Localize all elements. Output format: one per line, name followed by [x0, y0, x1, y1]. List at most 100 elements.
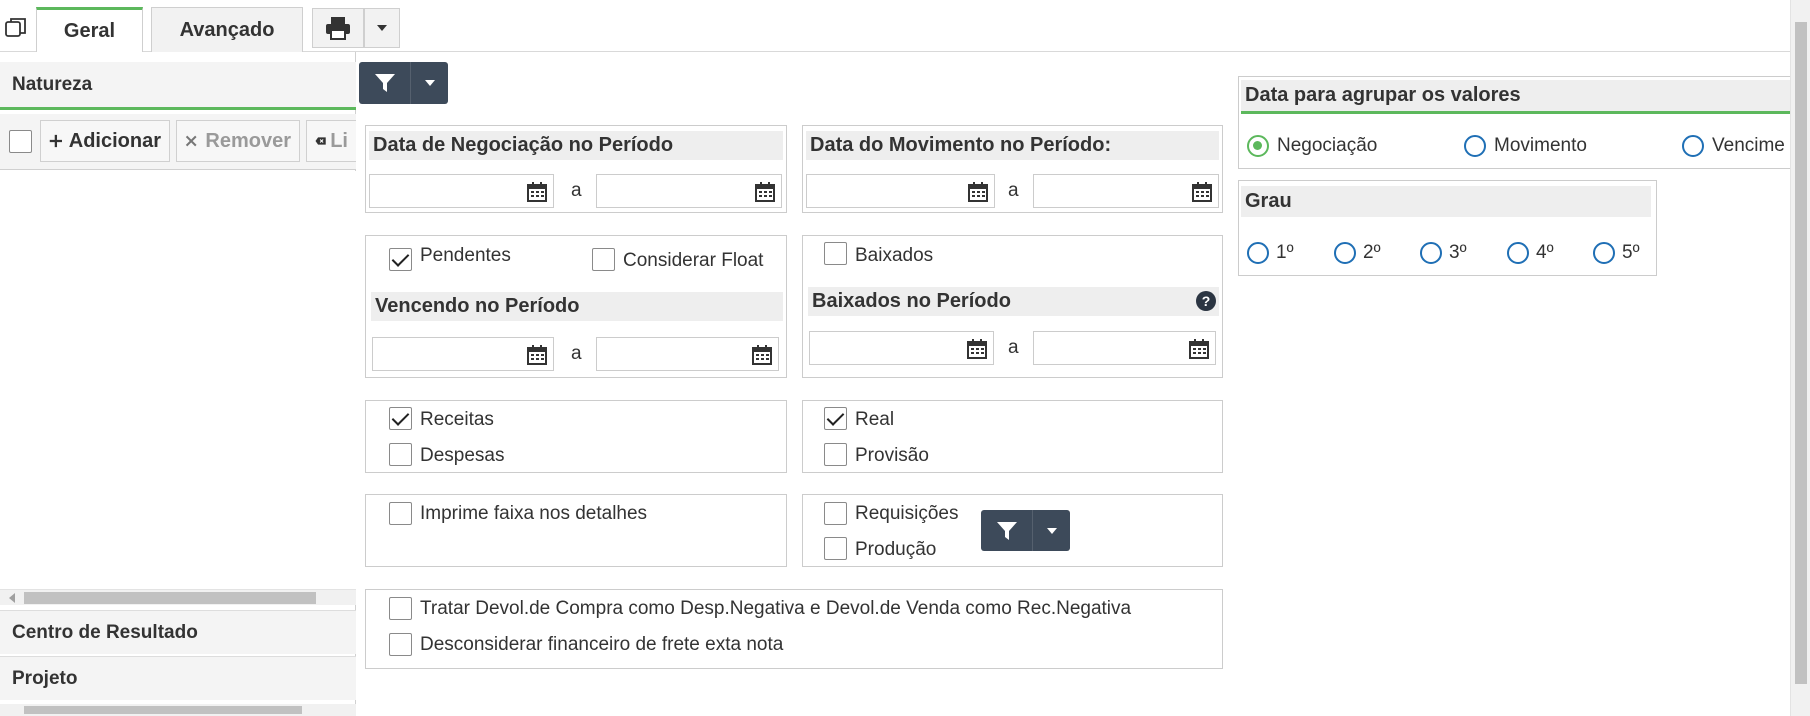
imprime-faixa-checkbox[interactable] — [389, 502, 412, 525]
left-panel-horizontal-scrollbar[interactable] — [0, 704, 356, 716]
negociacao-title: Data de Negociação no Período — [369, 131, 783, 160]
natureza-title: Natureza — [12, 73, 93, 95]
calendar-icon[interactable] — [527, 182, 547, 202]
considerar-float-checkbox[interactable] — [592, 248, 615, 271]
print-button[interactable] — [312, 8, 364, 48]
agrupar-movimento-radio[interactable] — [1464, 135, 1486, 157]
remove-label: Remover — [205, 129, 291, 152]
grau-3-radio[interactable] — [1420, 242, 1442, 264]
tipo-box: Receitas Despesas — [365, 400, 787, 473]
faixa-box: Imprime faixa nos detalhes — [365, 494, 787, 567]
calendar-icon[interactable] — [1192, 182, 1212, 202]
negociacao-start-input[interactable] — [369, 174, 554, 208]
movimento-start-input[interactable] — [806, 174, 995, 208]
svg-text:?: ? — [1202, 293, 1211, 309]
range-separator: a — [571, 343, 582, 364]
centro-resultado-header[interactable]: Centro de Resultado — [0, 610, 356, 654]
grau-1-radio[interactable] — [1247, 242, 1269, 264]
calendar-icon[interactable] — [527, 345, 547, 365]
producao-checkbox[interactable] — [824, 537, 847, 560]
filter-icon — [374, 74, 395, 92]
req-filter-button[interactable] — [981, 510, 1070, 551]
pendentes-box: Pendentes Considerar Float Vencendo no P… — [365, 235, 787, 378]
agrupar-title: Data para agrupar os valores — [1241, 80, 1791, 114]
grau-5-radio[interactable] — [1593, 242, 1615, 264]
select-all-checkbox[interactable] — [9, 130, 32, 153]
grau-title-text: Grau — [1245, 190, 1292, 212]
plus-icon — [49, 134, 62, 148]
movimento-title-text: Data do Movimento no Período: — [810, 134, 1112, 156]
calendar-icon[interactable] — [968, 182, 988, 202]
vencendo-start-input[interactable] — [372, 337, 554, 371]
req-filter-main[interactable] — [981, 510, 1033, 551]
baixados-box: Baixados Baixados no Período ? a — [802, 235, 1223, 378]
add-button[interactable]: Adicionar — [40, 120, 170, 162]
movimento-box: Data do Movimento no Período: a — [802, 125, 1223, 213]
baixados-start-input[interactable] — [809, 331, 994, 365]
grau-4-label: 4º — [1536, 242, 1554, 263]
projeto-title: Projeto — [12, 667, 78, 689]
calendar-icon[interactable] — [1189, 339, 1209, 359]
agrupar-vencimento-radio[interactable] — [1682, 135, 1704, 157]
calendar-icon[interactable] — [755, 182, 775, 202]
clear-button[interactable]: Li — [306, 120, 356, 162]
filter-button[interactable] — [359, 62, 448, 104]
agrupar-negociacao-label: Negociação — [1277, 135, 1378, 156]
close-icon — [185, 135, 197, 147]
tratar-devolucao-checkbox[interactable] — [389, 597, 412, 620]
tab-geral[interactable]: Geral — [36, 7, 143, 53]
projeto-header[interactable]: Projeto — [0, 656, 356, 700]
baixados-periodo-title-text: Baixados no Período — [812, 290, 1011, 312]
despesas-checkbox[interactable] — [389, 443, 412, 466]
despesas-label: Despesas — [420, 445, 505, 466]
range-separator: a — [1008, 337, 1019, 358]
natureza-header[interactable]: Natureza — [0, 62, 356, 110]
desconsiderar-frete-checkbox[interactable] — [389, 633, 412, 656]
scrollbar-thumb[interactable] — [24, 592, 316, 604]
tab-geral-label: Geral — [63, 20, 116, 42]
grau-2-radio[interactable] — [1334, 242, 1356, 264]
caret-down-icon — [1046, 527, 1057, 534]
grau-4-radio[interactable] — [1507, 242, 1529, 264]
print-options-button[interactable] — [364, 8, 400, 48]
calendar-icon[interactable] — [752, 345, 772, 365]
agrupar-negociacao-radio[interactable] — [1247, 135, 1269, 157]
movimento-title: Data do Movimento no Período: — [806, 131, 1219, 160]
desconsiderar-frete-label: Desconsiderar financeiro de frete exta n… — [420, 634, 784, 655]
range-separator: a — [1008, 180, 1019, 201]
considerar-float-label: Considerar Float — [623, 250, 764, 271]
remove-button[interactable]: Remover — [176, 120, 300, 162]
baixados-end-input[interactable] — [1033, 331, 1216, 365]
real-checkbox[interactable] — [824, 407, 847, 430]
vencendo-end-input[interactable] — [596, 337, 779, 371]
scroll-left-icon[interactable] — [8, 593, 16, 603]
calendar-icon[interactable] — [967, 339, 987, 359]
scrollbar-thumb[interactable] — [1795, 22, 1807, 684]
requisicoes-label: Requisições — [855, 503, 959, 524]
grau-title: Grau — [1241, 186, 1651, 217]
filter-caret[interactable] — [411, 62, 448, 104]
page-vertical-scrollbar[interactable] — [1790, 0, 1810, 716]
receitas-label: Receitas — [420, 409, 494, 430]
requisicoes-checkbox[interactable] — [824, 502, 847, 525]
baixados-label: Baixados — [855, 245, 934, 266]
agrupar-title-text: Data para agrupar os valores — [1245, 84, 1521, 106]
req-filter-caret[interactable] — [1033, 510, 1070, 551]
movimento-end-input[interactable] — [1033, 174, 1219, 208]
receitas-checkbox[interactable] — [389, 407, 412, 430]
grau-box: Grau 1º 2º 3º 4º 5º — [1238, 180, 1657, 276]
help-icon[interactable]: ? — [1196, 291, 1216, 311]
natureza-horizontal-scrollbar[interactable] — [0, 589, 356, 605]
pendentes-label: Pendentes — [420, 245, 511, 266]
imprime-faixa-label: Imprime faixa nos detalhes — [420, 503, 648, 524]
filter-main[interactable] — [359, 62, 411, 104]
range-separator: a — [571, 180, 582, 201]
pendentes-checkbox[interactable] — [389, 248, 412, 271]
provisao-checkbox[interactable] — [824, 443, 847, 466]
scrollbar-thumb[interactable] — [24, 706, 302, 714]
natureza-list — [0, 171, 356, 589]
negociacao-end-input[interactable] — [596, 174, 782, 208]
tab-avancado[interactable]: Avançado — [151, 7, 303, 52]
restore-window-icon[interactable] — [4, 16, 28, 40]
baixados-checkbox[interactable] — [824, 242, 847, 265]
